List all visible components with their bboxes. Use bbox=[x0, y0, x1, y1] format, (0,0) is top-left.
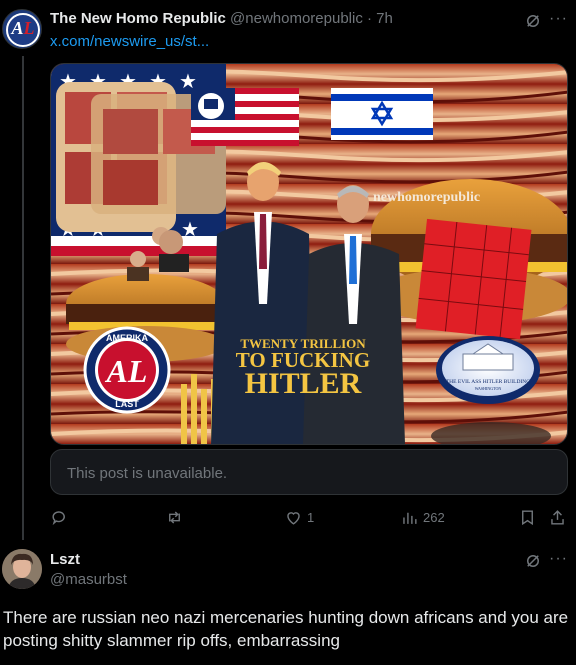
israel-flag bbox=[331, 88, 433, 140]
avatar[interactable] bbox=[2, 549, 42, 589]
separator-dot: · bbox=[367, 10, 372, 27]
repost-button[interactable] bbox=[165, 506, 188, 528]
post-reply[interactable]: Lszt @masurbst ··· There are russian neo… bbox=[0, 540, 576, 665]
heart-icon bbox=[287, 511, 300, 525]
avatar-photo bbox=[2, 549, 42, 589]
svg-text:AMERIKA: AMERIKA bbox=[106, 333, 148, 343]
user-handle[interactable]: @newhomorepublic bbox=[230, 10, 363, 27]
post-image[interactable]: ★★ ★★ ★ ★★ ★★ ★ bbox=[50, 63, 568, 445]
grok-icon[interactable] bbox=[524, 552, 542, 570]
post-link[interactable]: x.com/newswire_us/st... bbox=[50, 33, 209, 50]
post-original[interactable]: AL The New Homo Republic @newhomorepubli… bbox=[0, 0, 576, 540]
avatar-logo-text: AL bbox=[11, 18, 35, 38]
bookmark-button[interactable] bbox=[518, 506, 537, 528]
grok-icon[interactable] bbox=[524, 12, 542, 30]
display-name[interactable]: The New Homo Republic bbox=[50, 10, 226, 27]
share-button[interactable] bbox=[548, 506, 567, 528]
amerika-last-badge: AMERIKA LAST AL bbox=[83, 326, 171, 414]
like-count: 1 bbox=[307, 509, 315, 525]
image-headline: TWENTY TRILLION TO FUCKING HITLER bbox=[236, 336, 370, 400]
post-header: The New Homo Republic @newhomorepublic ·… bbox=[50, 10, 393, 27]
svg-text:WASHINGTON: WASHINGTON bbox=[475, 386, 502, 391]
us-flag-top bbox=[191, 88, 299, 146]
stock-heatmap bbox=[415, 218, 532, 340]
reply-icon bbox=[52, 510, 65, 525]
svg-text:THE EVIL ASS HITLER BUILDING: THE EVIL ASS HITLER BUILDING bbox=[446, 379, 530, 385]
repost-icon bbox=[169, 510, 180, 524]
share-icon bbox=[551, 509, 564, 525]
like-button[interactable]: 1 bbox=[284, 506, 314, 528]
post-text: There are russian neo nazi mercenaries h… bbox=[3, 608, 569, 650]
svg-text:HITLER: HITLER bbox=[245, 367, 362, 400]
reply-button[interactable] bbox=[50, 506, 73, 528]
views-icon bbox=[403, 512, 417, 524]
collage-image: ★★ ★★ ★ ★★ ★★ ★ bbox=[51, 64, 567, 444]
quote-unavailable-box: This post is unavailable. bbox=[50, 449, 568, 495]
white-house-seal: THE EVIL ASS HITLER BUILDING WASHINGTON bbox=[436, 336, 540, 404]
svg-text:AL: AL bbox=[105, 353, 148, 389]
display-name[interactable]: Lszt bbox=[50, 551, 80, 568]
views-button[interactable]: 262 bbox=[400, 506, 445, 528]
action-bar: 1 262 bbox=[50, 506, 568, 528]
more-icon[interactable]: ··· bbox=[549, 551, 567, 570]
more-icon[interactable]: ··· bbox=[549, 11, 567, 30]
bookmark-icon bbox=[522, 509, 533, 525]
image-watermark: newhomorepublic bbox=[373, 190, 480, 205]
user-handle[interactable]: @masurbst bbox=[50, 571, 127, 588]
post-time[interactable]: 7h bbox=[376, 10, 393, 27]
views-count: 262 bbox=[423, 509, 445, 525]
thread-connector-line bbox=[22, 56, 24, 540]
avatar[interactable]: AL bbox=[2, 9, 42, 49]
quote-unavailable-text: This post is unavailable. bbox=[67, 465, 228, 482]
svg-text:LAST: LAST bbox=[115, 399, 139, 409]
